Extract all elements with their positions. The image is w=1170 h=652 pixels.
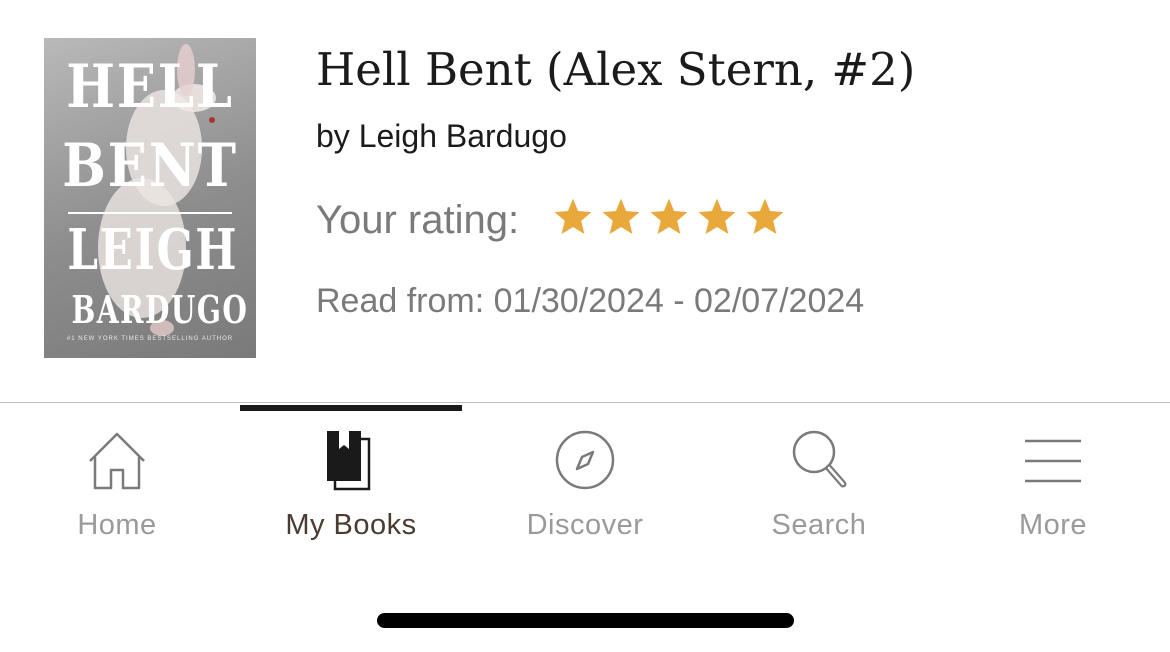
compass-icon: [555, 430, 615, 490]
bottom-tab-bar: Home My Books Discover Search More: [0, 403, 1170, 563]
book-row[interactable]: HELL BENT LEIGH BARDUGO #1 NEW YORK TIME…: [0, 0, 1170, 402]
tab-my-books-label: My Books: [285, 509, 417, 541]
tab-discover-label: Discover: [526, 509, 644, 541]
rating-star-icon[interactable]: [696, 195, 738, 239]
rating-label: Your rating:: [316, 198, 520, 242]
book-cover[interactable]: HELL BENT LEIGH BARDUGO #1 NEW YORK TIME…: [44, 38, 256, 358]
tab-my-books[interactable]: My Books: [234, 403, 468, 563]
rating-stars[interactable]: [552, 195, 786, 243]
my-books-icon: [327, 431, 371, 491]
tab-search-label: Search: [771, 509, 867, 541]
cover-author-line-2: BARDUGO: [71, 287, 249, 332]
tab-more-label: More: [1018, 509, 1088, 541]
book-author[interactable]: by Leigh Bardugo: [316, 116, 567, 156]
cover-tagline: #1 NEW YORK TIMES BESTSELLING AUTHOR: [66, 336, 234, 342]
cover-title-line-1: HELL: [66, 52, 234, 122]
cover-author-line-1: LEIGH: [67, 217, 239, 283]
rating-star-icon[interactable]: [648, 195, 690, 239]
tab-home-label: Home: [77, 509, 157, 541]
rating-star-icon[interactable]: [744, 195, 786, 239]
menu-icon: [1025, 439, 1081, 483]
tab-home[interactable]: Home: [0, 403, 234, 563]
search-icon: [792, 430, 847, 488]
cover-title-line-2: BENT: [62, 131, 238, 201]
tab-discover[interactable]: Discover: [468, 403, 702, 563]
home-icon: [89, 432, 145, 490]
cover-divider: [68, 212, 232, 214]
read-dates: Read from: 01/30/2024 - 02/07/2024: [316, 282, 865, 320]
home-indicator-bar[interactable]: [377, 613, 794, 628]
active-tab-indicator: [240, 405, 462, 411]
rating-star-icon[interactable]: [600, 195, 642, 239]
tab-more[interactable]: More: [936, 403, 1170, 563]
rating-star-icon[interactable]: [552, 195, 594, 239]
tab-search[interactable]: Search: [702, 403, 936, 563]
book-title[interactable]: Hell Bent (Alex Stern, #2): [316, 40, 915, 100]
